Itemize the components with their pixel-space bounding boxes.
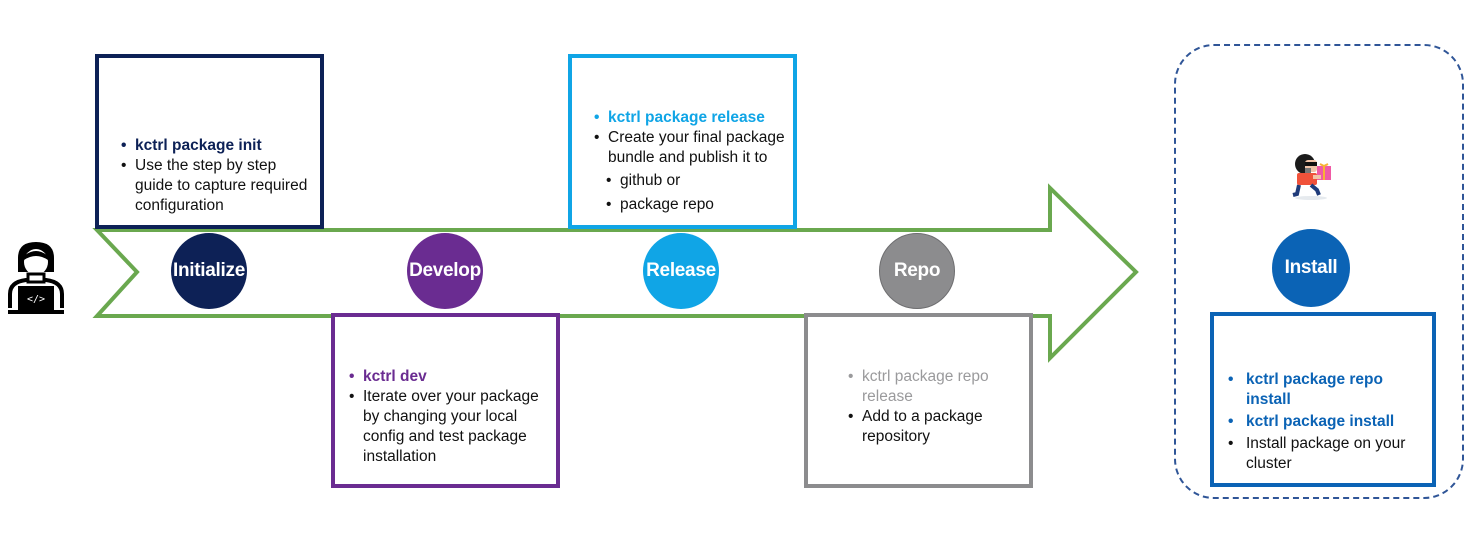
svg-text:</>: </> — [27, 294, 45, 305]
developer-laptop-icon: </> — [4, 238, 68, 316]
install-description: Install package on your cluster — [1228, 434, 1424, 474]
release-target: github or — [606, 171, 785, 191]
stage-develop: Develop — [407, 233, 483, 309]
stage-repo: Repo — [879, 233, 955, 309]
initialize-box: kctrl package init Use the step by step … — [95, 54, 324, 229]
stage-release: Release — [643, 233, 719, 309]
release-description: Create your final package bundle and pub… — [594, 128, 785, 168]
stage-install-label: Install — [1284, 257, 1338, 278]
initialize-description: Use the step by step guide to capture re… — [121, 156, 310, 216]
person-carrying-gift-icon — [1287, 150, 1339, 202]
stage-install: Install — [1272, 229, 1350, 307]
repo-command: kctrl package repo release — [848, 367, 1021, 407]
develop-description: Iterate over your package by changing yo… — [349, 387, 548, 467]
install-command: kctrl package repo install — [1228, 370, 1424, 410]
release-box: kctrl package release Create your final … — [568, 54, 797, 229]
stage-initialize: Initialize — [171, 233, 247, 309]
install-command: kctrl package install — [1228, 412, 1424, 432]
stage-repo-label: Repo — [893, 260, 941, 281]
release-target: package repo — [606, 195, 785, 215]
repo-box: kctrl package repo release Add to a pack… — [804, 313, 1033, 488]
release-command: kctrl package release — [594, 108, 785, 128]
stage-release-label: Release — [646, 260, 716, 281]
repo-description: Add to a package repository — [848, 407, 1021, 447]
develop-command: kctrl dev — [349, 367, 548, 387]
stage-initialize-label: Initialize — [173, 260, 245, 281]
develop-box: kctrl dev Iterate over your package by c… — [331, 313, 560, 488]
install-box: kctrl package repo install kctrl package… — [1210, 312, 1436, 487]
initialize-command: kctrl package init — [121, 136, 310, 156]
stage-develop-label: Develop — [409, 260, 481, 281]
